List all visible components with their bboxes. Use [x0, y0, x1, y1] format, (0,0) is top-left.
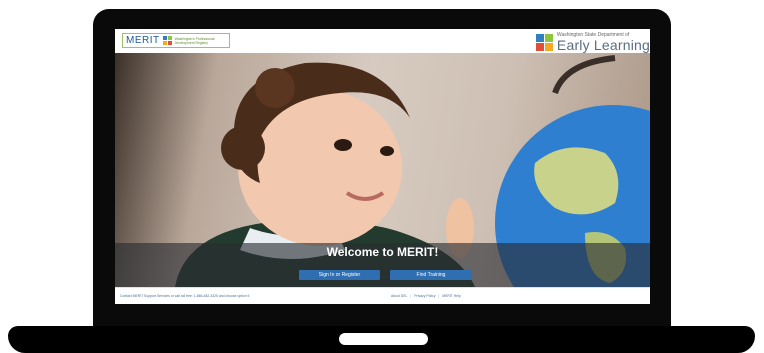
footer-link-about-del[interactable]: About DEL: [391, 294, 407, 298]
footer-separator: |: [410, 294, 412, 298]
laptop-trackpad-notch: [339, 333, 428, 345]
child-hair-curl: [221, 126, 265, 170]
site-footer: Contact MERIT Support Services or call t…: [115, 287, 650, 304]
child-hair-curl: [255, 68, 295, 108]
del-logo-text: Washington State Department of Early Lea…: [557, 32, 650, 53]
footer-link-privacy-policy[interactable]: Privacy Policy: [414, 294, 435, 298]
footer-links: About DEL | Privacy Policy | MERIT Help: [391, 294, 461, 298]
globe-stand: [552, 55, 616, 95]
merit-logo[interactable]: MERIT Washington's Professional Developm…: [122, 33, 230, 48]
merit-logo-subtitle: Washington's Professional Development Re…: [175, 37, 215, 45]
merit-logo-blocks-icon: [162, 36, 172, 45]
child-eye: [334, 139, 352, 151]
merit-logo-subtitle-line2: Development Registry: [174, 40, 208, 45]
del-logo-line2: Early Learning: [556, 36, 650, 53]
del-logo[interactable]: Washington State Department of Early Lea…: [535, 31, 650, 53]
welcome-title: Welcome to MERIT!: [326, 245, 439, 259]
del-logo-blocks-icon: [535, 33, 553, 51]
footer-contact-text[interactable]: Contact MERIT Support Services or call t…: [120, 294, 249, 298]
hero-banner: Welcome to MERIT! Sign In or Register Fi…: [115, 53, 650, 287]
site-header: MERIT Washington's Professional Developm…: [115, 29, 650, 53]
merit-logo-word: MERIT: [126, 35, 160, 46]
browser-screen: MERIT Washington's Professional Developm…: [115, 29, 650, 304]
find-training-button[interactable]: Find Training: [390, 270, 472, 280]
child-eye: [380, 146, 394, 156]
footer-separator: |: [438, 294, 440, 298]
sign-in-or-register-button[interactable]: Sign In or Register: [299, 270, 380, 280]
footer-link-merit-help[interactable]: MERIT Help: [442, 294, 460, 298]
